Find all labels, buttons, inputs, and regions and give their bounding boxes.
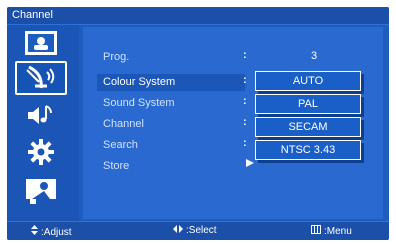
sidebar-item-picture[interactable] bbox=[17, 27, 65, 59]
footer-adjust-hint: :Adjust bbox=[31, 225, 72, 238]
menu-panel: Prog. Colour System Sound System Channel… bbox=[83, 27, 383, 219]
up-down-arrow-icon bbox=[31, 225, 38, 238]
satellite-dish-icon bbox=[21, 64, 61, 92]
footer-menu-hint: :Menu bbox=[311, 225, 352, 237]
menu-button-icon bbox=[311, 225, 321, 237]
picture-icon bbox=[24, 30, 58, 56]
dropdown-option-auto[interactable]: AUTO bbox=[255, 71, 361, 91]
channel-osd-window: Channel Prog. Colour System Sound System… bbox=[7, 7, 389, 240]
separator-colon: : bbox=[243, 137, 247, 149]
sidebar bbox=[7, 25, 79, 221]
dropdown-option-ntsc[interactable]: NTSC 3.43 bbox=[255, 140, 361, 160]
person-screen-icon bbox=[24, 177, 58, 205]
menu-item-sound-system[interactable]: Sound System bbox=[103, 97, 175, 109]
sound-icon bbox=[24, 102, 58, 128]
menu-item-prog[interactable]: Prog. bbox=[103, 51, 129, 63]
left-right-arrow-icon bbox=[173, 225, 183, 236]
menu-item-channel[interactable]: Channel bbox=[103, 118, 144, 130]
separator-colon: : bbox=[243, 116, 247, 128]
footer-menu-label: :Menu bbox=[324, 226, 352, 237]
colour-system-dropdown: AUTO PAL SECAM NTSC 3.43 bbox=[255, 69, 365, 167]
dropdown-option-pal[interactable]: PAL bbox=[255, 94, 361, 114]
footer-select-label: :Select bbox=[186, 225, 217, 236]
window-title: Channel bbox=[12, 9, 53, 21]
sidebar-item-function[interactable] bbox=[17, 175, 65, 207]
sidebar-item-sound[interactable] bbox=[17, 99, 65, 131]
footer-select-hint: :Select bbox=[173, 225, 217, 236]
footer-adjust-label: :Adjust bbox=[41, 227, 72, 238]
separator-colon: : bbox=[243, 74, 247, 86]
store-arrow-icon bbox=[246, 159, 254, 167]
menu-item-store[interactable]: Store bbox=[103, 160, 129, 172]
footer-bar: :Adjust :Select :Menu bbox=[7, 221, 389, 240]
menu-item-search[interactable]: Search bbox=[103, 139, 138, 151]
prog-value: 3 bbox=[311, 50, 318, 62]
menu-item-colour-system[interactable]: Colour System bbox=[103, 76, 175, 88]
sidebar-item-settings[interactable] bbox=[17, 136, 65, 168]
title-bar: Channel bbox=[7, 7, 389, 25]
settings-gear-icon bbox=[26, 137, 56, 167]
sidebar-item-channel[interactable] bbox=[15, 61, 67, 95]
separator-colon: : bbox=[243, 95, 247, 107]
separator-colon: : bbox=[243, 49, 247, 61]
dropdown-option-secam[interactable]: SECAM bbox=[255, 117, 361, 137]
